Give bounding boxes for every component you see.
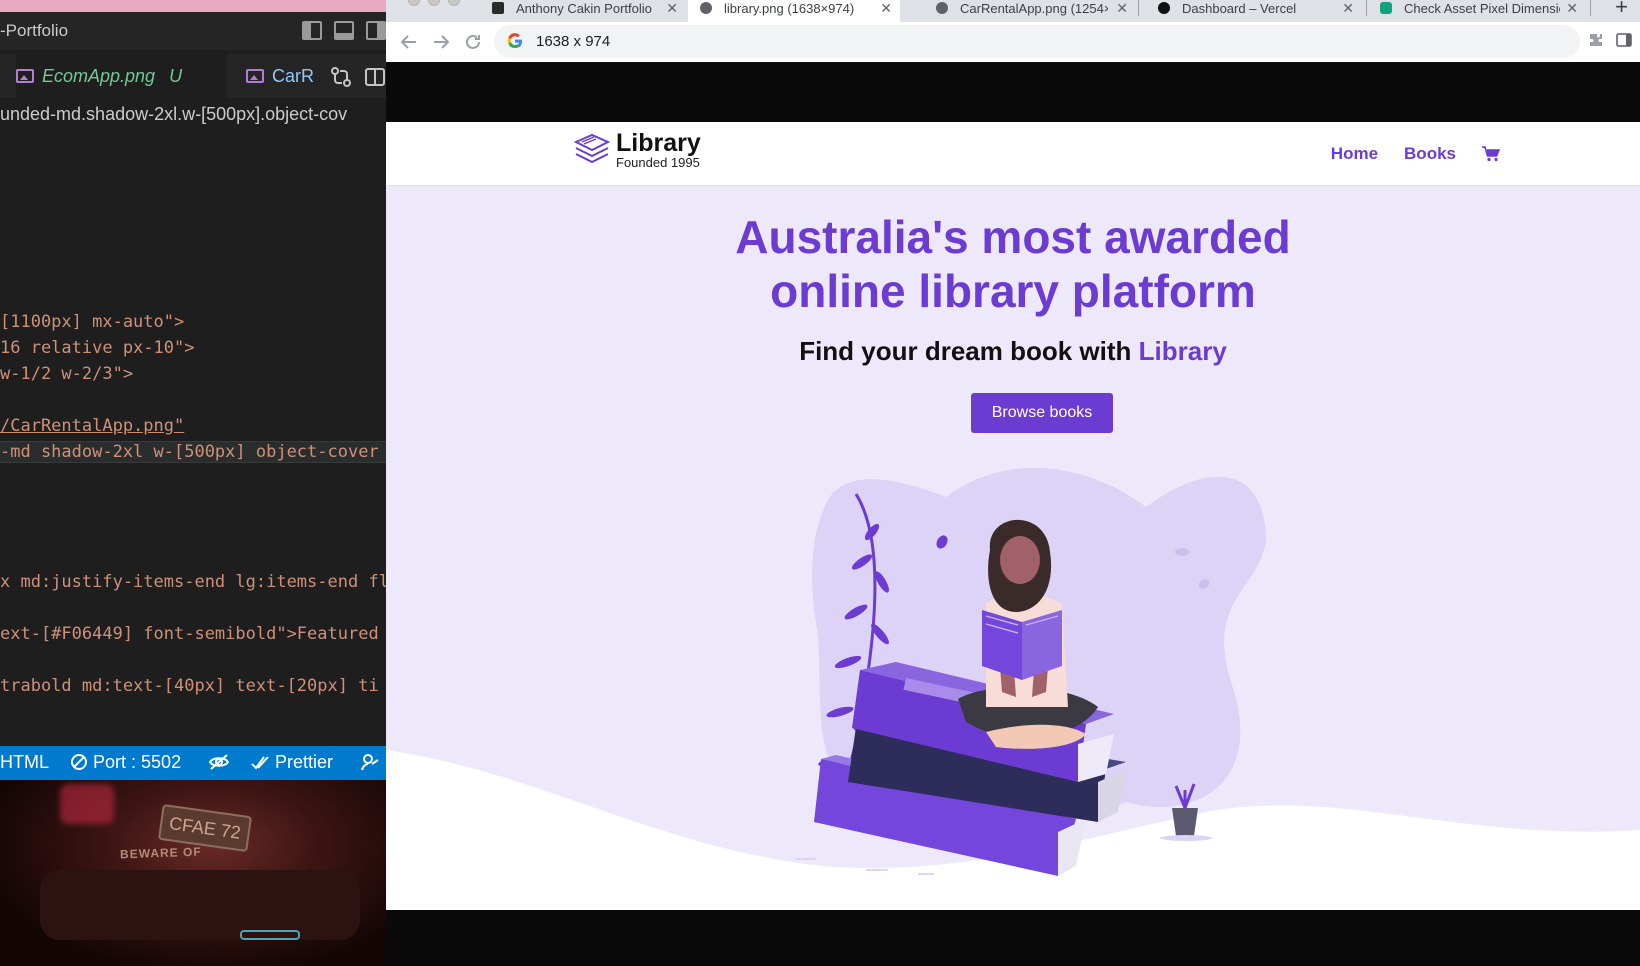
tab-separator — [1366, 0, 1367, 16]
image-file-icon — [16, 69, 34, 83]
reload-icon[interactable] — [464, 33, 482, 51]
tab-separator — [1590, 0, 1591, 16]
browser-window: Anthony Cakin Portfolio ✕ library.png (1… — [386, 0, 1640, 966]
code-line: w-1/2 w-2/3"> — [0, 364, 134, 384]
sidepanel-icon[interactable] — [1616, 32, 1632, 48]
code-line-current: -md shadow-2xl w-[500px] object-cover — [0, 441, 386, 463]
chatgpt-favicon — [1380, 2, 1392, 14]
new-tab-button[interactable]: + — [1615, 0, 1628, 20]
window-title: -Portfolio — [0, 21, 69, 40]
close-tab-icon[interactable]: ✕ — [1342, 0, 1354, 17]
breadcrumb[interactable]: unded-md.shadow-2xl.w-[500px].object-cov — [0, 104, 386, 125]
globe-icon — [936, 2, 948, 14]
close-tab-icon[interactable]: ✕ — [666, 0, 678, 17]
untracked-badge: U — [169, 65, 183, 86]
screen: -Portfolio EcomApp.png U CarR unded-md.s… — [0, 0, 1640, 966]
browser-toolbar: 1638 x 974 — [386, 22, 1640, 62]
layout-controls — [302, 21, 386, 40]
car-bumper — [40, 870, 360, 940]
prettier-check-icon — [251, 756, 269, 770]
close-tab-icon[interactable]: ✕ — [1116, 0, 1128, 17]
reflector — [240, 930, 300, 940]
tab-actions — [330, 66, 386, 88]
browser-tab[interactable]: Check Asset Pixel Dimensio ✕ — [1380, 0, 1578, 22]
split-editor-icon[interactable] — [364, 66, 386, 88]
library-website: Library Founded 1995 Home Books Australi… — [386, 122, 1640, 910]
browser-tab[interactable]: Dashboard – Vercel ✕ — [1158, 0, 1354, 22]
extensions-icon[interactable] — [1588, 32, 1604, 48]
desktop-strip — [0, 0, 386, 12]
portfolio-favicon — [492, 2, 504, 14]
browser-tab[interactable]: CarRentalApp.png (1254×9 ✕ — [936, 0, 1128, 22]
code-line: 16 relative px-10"> — [0, 338, 195, 358]
hero-illustration — [386, 467, 1640, 910]
page-viewport: Library Founded 1995 Home Books Australi… — [386, 62, 1640, 966]
browser-tabstrip: Anthony Cakin Portfolio ✕ library.png (1… — [386, 0, 1640, 22]
url-text: 1638 x 974 — [536, 33, 611, 50]
image-file-icon — [246, 69, 264, 83]
code-line: trabold md:text-[40px] text-[20px] ti — [0, 676, 379, 696]
tab-label: EcomApp.png — [42, 65, 156, 86]
editor-tab-carrental[interactable]: CarR — [246, 54, 314, 98]
google-icon — [507, 33, 522, 49]
layout-left-icon[interactable] — [302, 21, 322, 40]
port-icon — [71, 754, 87, 770]
globe-icon — [700, 2, 712, 14]
git-compare-icon[interactable] — [330, 66, 352, 88]
live-server-port[interactable]: Port : 5502 — [70, 752, 181, 773]
layout-right-icon[interactable] — [366, 21, 386, 40]
tail-light — [60, 784, 114, 824]
prettier-label: Prettier — [275, 752, 334, 772]
editor-titlebar: -Portfolio — [0, 12, 386, 50]
webcam-video: CFAE 72 BEWARE OF — [0, 780, 386, 966]
browser-tab-active[interactable]: library.png (1638×974) ✕ — [688, 0, 900, 22]
eye-off-icon[interactable] — [208, 752, 230, 773]
editor-tabs: EcomApp.png U CarR — [0, 54, 386, 98]
code-editor: -Portfolio EcomApp.png U CarR unded-md.s… — [0, 0, 386, 966]
code-line: x md:justify-items-end lg:items-end fl — [0, 572, 386, 592]
close-window-button[interactable] — [408, 0, 420, 6]
status-bar: HTML Port : 5502 Prettier — [0, 746, 386, 780]
code-line: [1100px] mx-auto"> — [0, 312, 185, 332]
address-bar[interactable]: 1638 x 974 — [494, 25, 1580, 58]
back-icon[interactable] — [400, 33, 418, 51]
close-tab-icon[interactable]: ✕ — [1566, 0, 1578, 17]
tab-separator — [1138, 0, 1139, 16]
bumper-sticker: BEWARE OF — [119, 844, 202, 862]
port-label: Port : 5502 — [93, 752, 182, 772]
window-controls — [408, 0, 460, 6]
feedback-icon[interactable] — [360, 752, 380, 774]
editor-tab-ecomapp[interactable]: EcomApp.png U — [16, 54, 226, 98]
minimize-window-button[interactable] — [428, 0, 440, 6]
code-line: ext-[#F06449] font-semibold">Featured — [0, 624, 379, 644]
prettier-status[interactable]: Prettier — [250, 752, 333, 773]
maximize-window-button[interactable] — [448, 0, 460, 6]
close-tab-icon[interactable]: ✕ — [880, 0, 892, 17]
browser-tab[interactable]: Anthony Cakin Portfolio ✕ — [492, 0, 678, 22]
vercel-favicon — [1158, 2, 1170, 14]
code-line: /CarRentalApp.png" — [0, 416, 185, 436]
forward-icon[interactable] — [432, 33, 450, 51]
language-mode[interactable]: HTML — [0, 752, 49, 773]
layout-bottom-icon[interactable] — [334, 21, 354, 40]
tab-label: CarR — [272, 65, 315, 86]
